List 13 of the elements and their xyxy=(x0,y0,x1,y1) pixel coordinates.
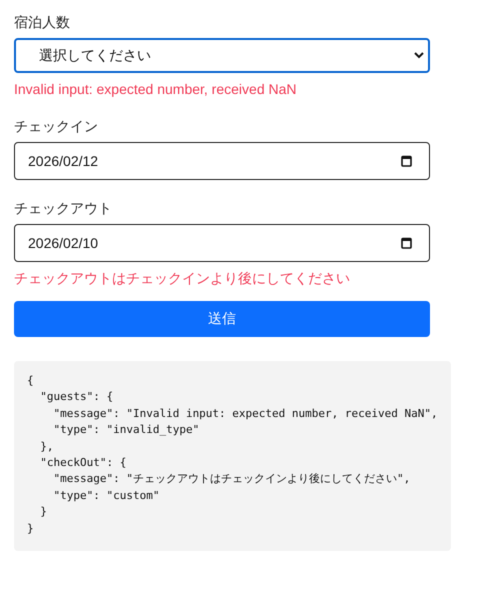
error-message: チェックアウトはチェックインより後にしてください xyxy=(14,269,351,287)
code-output: { "guests": { "message": "Invalid input: expected number, received NaN", "type": "invalid_type" }, "checkOut": { "message": "チェックアウトはチェックインより後にしてください", "type": "custom" } } xyxy=(14,361,451,552)
chevron-down-icon xyxy=(414,52,424,59)
submit-button[interactable]: 送信 xyxy=(14,301,430,337)
field-label: チェックイン xyxy=(14,117,99,136)
guests-select[interactable]: 選択してください xyxy=(14,38,430,73)
date-input[interactable]: 2026/02/12 xyxy=(14,142,430,180)
date-input[interactable]: 2026/02/10 xyxy=(14,224,430,262)
field-label: チェックアウト xyxy=(14,199,113,218)
calendar-icon xyxy=(401,155,412,167)
error-message: Invalid input: expected number, received NaN xyxy=(14,80,298,98)
calendar-icon xyxy=(401,237,412,249)
field-label: 宿泊人数 xyxy=(14,13,71,32)
